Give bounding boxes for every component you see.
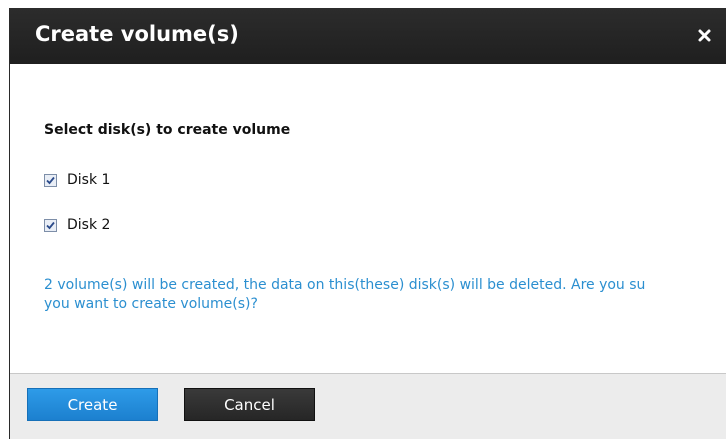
create-volume-dialog: Create volume(s) Select disk(s) to creat… <box>9 8 726 439</box>
warning-line-1: 2 volume(s) will be created, the data on… <box>44 277 646 293</box>
dialog-content: Select disk(s) to create volume Disk 1 D… <box>10 64 726 374</box>
create-button[interactable]: Create <box>27 388 158 421</box>
page: Create volume(s) Select disk(s) to creat… <box>0 0 726 439</box>
dialog-footer: Create Cancel <box>10 374 726 439</box>
warning-line-2: you want to create volume(s)? <box>44 296 258 312</box>
dialog-title: Create volume(s) <box>35 22 239 46</box>
checkmark-icon <box>46 221 55 229</box>
disk-1-checkbox[interactable] <box>44 173 57 187</box>
disk-2-label: Disk 2 <box>67 217 111 233</box>
select-disks-heading: Select disk(s) to create volume <box>44 122 291 138</box>
close-button[interactable] <box>694 24 716 46</box>
disk-2-checkbox[interactable] <box>44 218 57 232</box>
disk-row-2[interactable]: Disk 2 <box>44 216 110 234</box>
delete-warning-text: 2 volume(s) will be created, the data on… <box>44 276 726 314</box>
checkmark-icon <box>46 176 55 184</box>
disk-1-label: Disk 1 <box>67 172 111 188</box>
cancel-button[interactable]: Cancel <box>184 388 315 421</box>
close-icon <box>698 29 711 42</box>
disk-row-1[interactable]: Disk 1 <box>44 171 110 189</box>
dialog-titlebar: Create volume(s) <box>10 8 726 64</box>
